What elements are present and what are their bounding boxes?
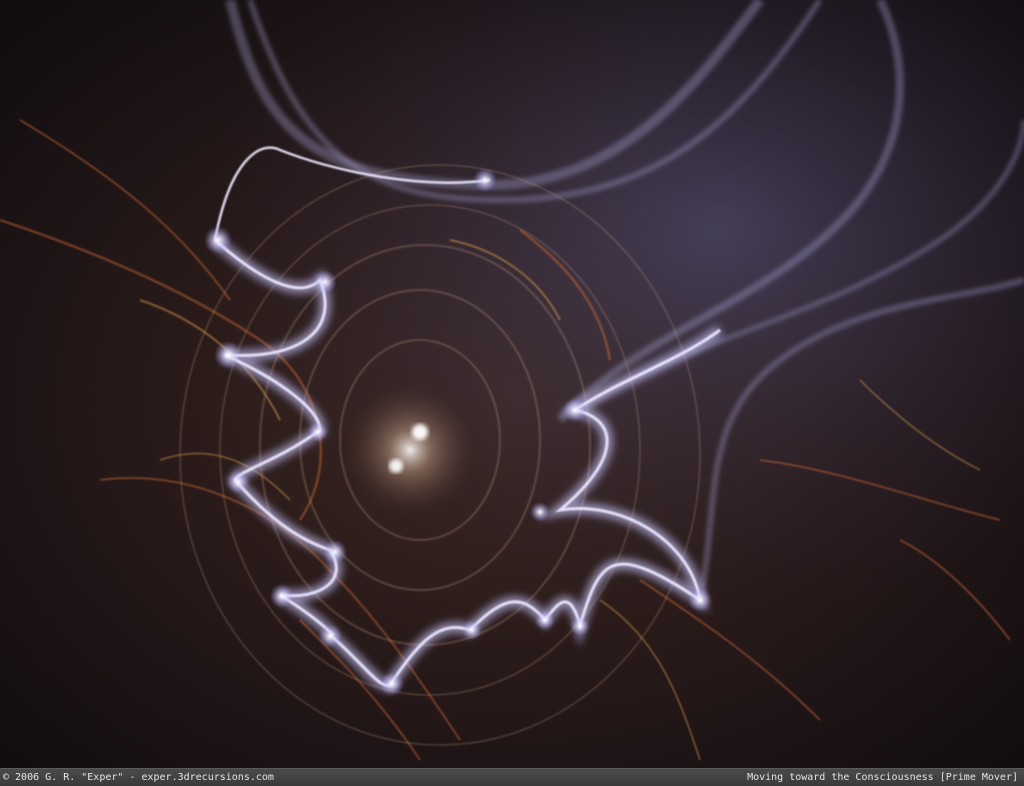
caption-bar: © 2006 G. R. "Exper" - exper.3drecursion… [0, 768, 1024, 786]
copyright-text: © 2006 G. R. "Exper" - exper.3drecursion… [3, 772, 274, 783]
artwork-title: Moving toward the Consciousness [Prime M… [747, 772, 1018, 783]
fractal-artwork [0, 0, 1024, 768]
fractal-flame-image [0, 0, 1024, 768]
wallpaper: © 2006 G. R. "Exper" - exper.3drecursion… [0, 0, 1024, 786]
